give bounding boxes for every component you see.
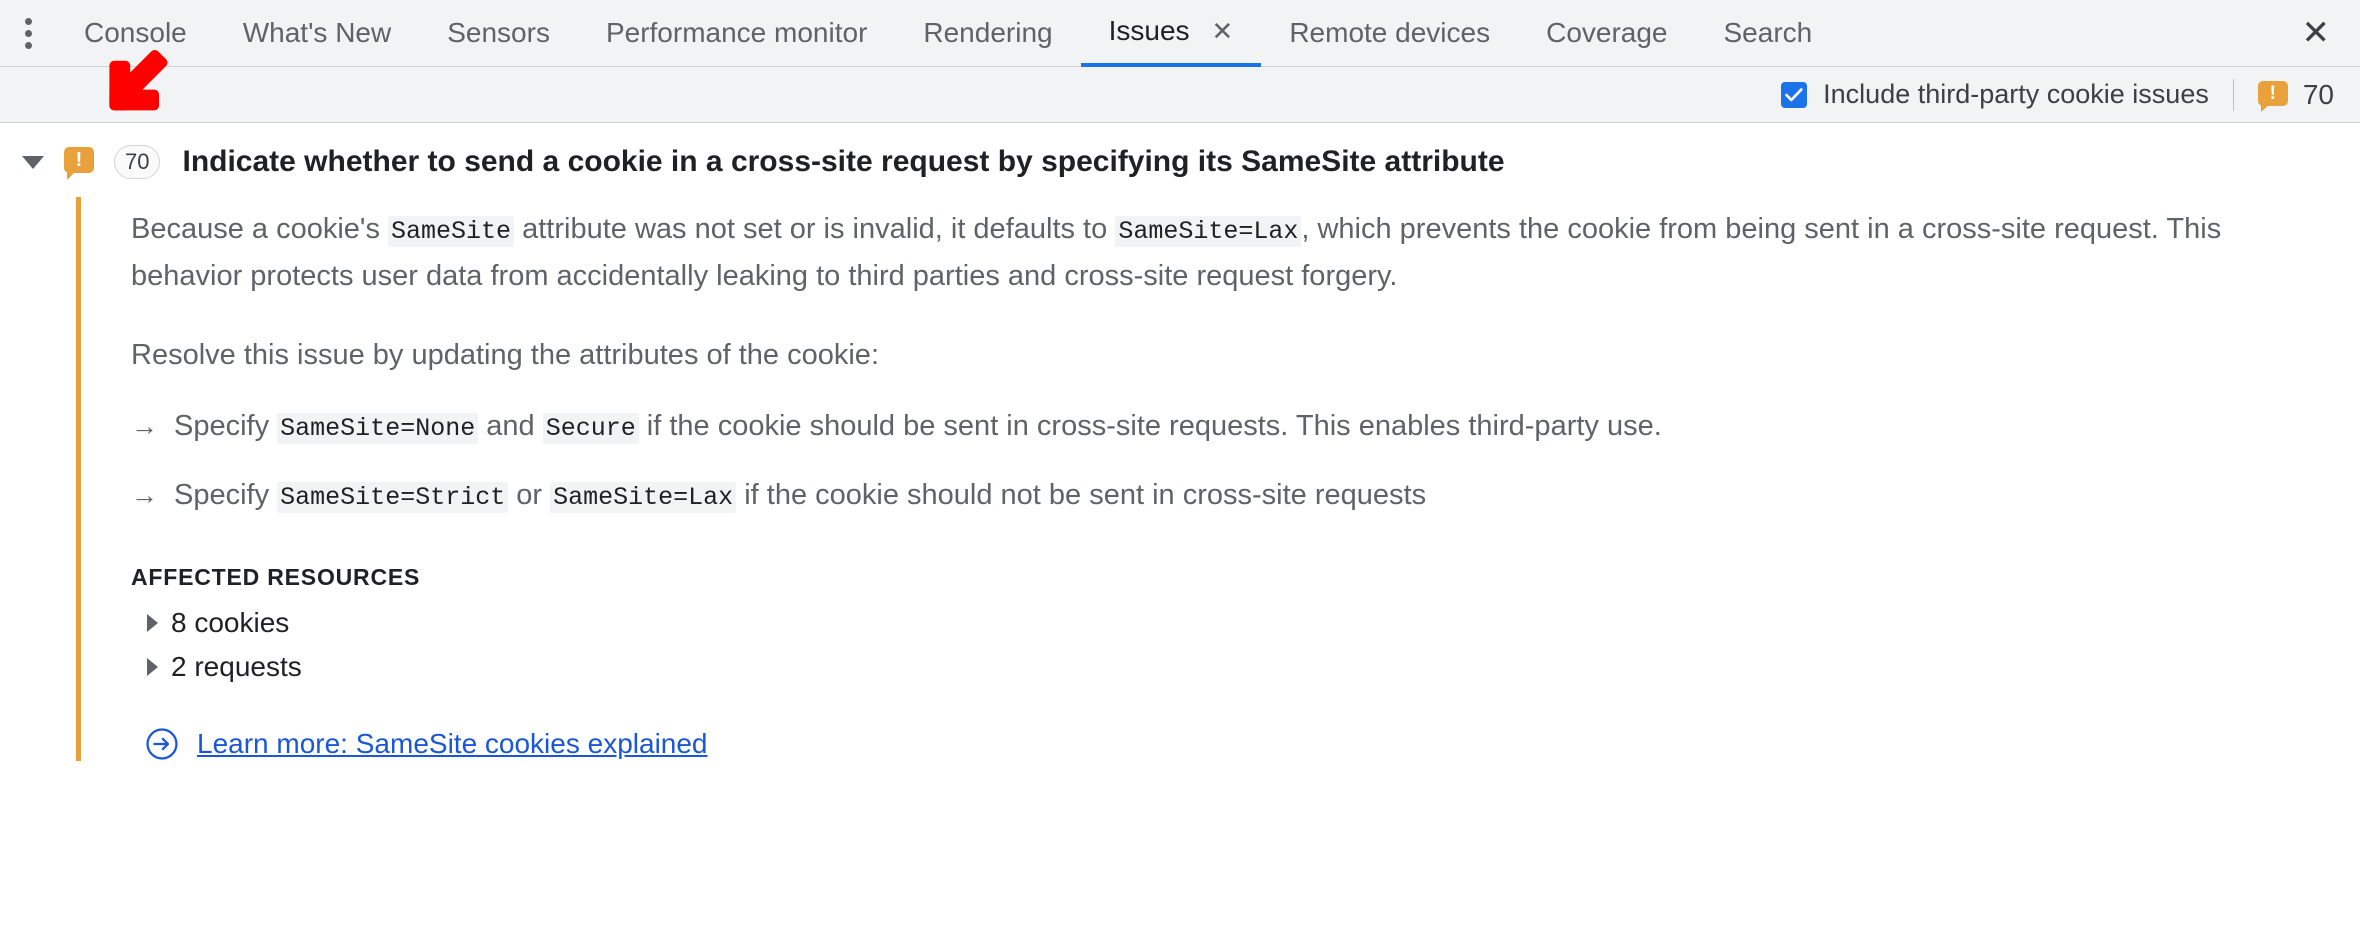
code-samesite-none: SameSite=None — [277, 413, 479, 444]
tab-label: Sensors — [447, 17, 550, 48]
tab-label: Coverage — [1546, 17, 1668, 48]
issue-header-row[interactable]: ! 70 Indicate whether to send a cookie i… — [0, 123, 2360, 197]
bullet-text: Specify SameSite=None and Secure if the … — [174, 404, 1662, 451]
bullet-part-2: or — [508, 479, 551, 511]
code-secure: Secure — [542, 413, 639, 444]
tab-label: What's New — [242, 17, 392, 48]
tab-list: Console What's New Sensors Performance m… — [56, 0, 1840, 67]
arrow-right-glyph: → — [131, 411, 158, 441]
tab-sensors[interactable]: Sensors — [419, 0, 578, 67]
desc-part-1: Because a cookie's — [131, 213, 389, 245]
warning-glyph: ! — [2269, 82, 2277, 104]
learn-more-row[interactable]: Learn more: SameSite cookies explained — [145, 727, 2360, 761]
kebab-dot — [24, 17, 32, 25]
tab-label: Performance monitor — [605, 17, 868, 48]
tab-remote-devices[interactable]: Remote devices — [1261, 0, 1518, 67]
tab-coverage[interactable]: Coverage — [1518, 0, 1695, 67]
close-panel-icon[interactable]: ✕ — [2302, 16, 2331, 50]
affected-resource-requests[interactable]: 2 requests — [147, 651, 2360, 683]
bullet-part-1: Specify — [174, 479, 278, 511]
desc-part-2: attribute was not set or is invalid, it … — [514, 213, 1116, 245]
kebab-dot — [24, 29, 32, 37]
resolution-bullet-2: → Specify SameSite=Strict or SameSite=Lax… — [131, 473, 2360, 520]
triangle-right-icon[interactable] — [147, 658, 158, 676]
resolution-bullet-1: → Specify SameSite=None and Secure if the… — [131, 404, 2360, 451]
warning-count: 70 — [2302, 78, 2334, 110]
code-samesite-lax: SameSite=Lax — [550, 482, 737, 513]
affected-resources-heading: AFFECTED RESOURCES — [131, 564, 421, 590]
warning-count-group: ! 70 — [2257, 78, 2334, 112]
issue-count-badge: 70 — [114, 145, 161, 179]
triangle-right-icon[interactable] — [147, 614, 158, 632]
issue-resolve-paragraph: Resolve this issue by updating the attri… — [131, 339, 879, 371]
arrow-right-glyph: → — [131, 480, 158, 510]
warning-bubble-icon: ! — [64, 147, 94, 180]
code-samesite: SameSite — [388, 216, 515, 247]
checkmark-icon — [1785, 87, 1803, 101]
warning-glyph: ! — [75, 149, 83, 171]
kebab-menu-icon[interactable] — [0, 0, 56, 67]
checkbox-label: Include third-party cookie issues — [1823, 79, 2209, 109]
code-samesite-strict: SameSite=Strict — [277, 482, 509, 513]
affected-resource-cookies[interactable]: 8 cookies — [147, 607, 2360, 639]
tab-rendering[interactable]: Rendering — [895, 0, 1080, 67]
learn-more-link[interactable]: Learn more: SameSite cookies explained — [197, 728, 708, 760]
tab-close-icon[interactable]: ✕ — [1212, 18, 1234, 44]
bullet-part-1: Specify — [174, 410, 278, 442]
tab-label: Remote devices — [1289, 17, 1491, 48]
tab-issues[interactable]: Issues ✕ — [1080, 0, 1262, 67]
issue-title: Indicate whether to send a cookie in a c… — [182, 145, 1505, 178]
arrow-circle-right-icon — [146, 728, 178, 760]
bullet-text: Specify SameSite=Strict or SameSite=Lax … — [174, 473, 1426, 520]
issues-toolbar: Include third-party cookie issues ! 70 — [0, 67, 2360, 123]
include-third-party-cookie-issues-checkbox[interactable]: Include third-party cookie issues — [1781, 79, 2209, 110]
checkbox-box[interactable] — [1781, 81, 1808, 108]
bullet-part-3: if the cookie should not be sent in cros… — [736, 479, 1427, 511]
warning-bubble-icon: ! — [2257, 80, 2288, 112]
toolbar-divider — [2232, 78, 2234, 111]
devtools-tabbar: Console What's New Sensors Performance m… — [0, 0, 2360, 67]
tab-label: Rendering — [923, 17, 1053, 48]
tab-performance-monitor[interactable]: Performance monitor — [578, 0, 895, 67]
resource-label: 8 cookies — [171, 607, 290, 638]
code-samesite-lax: SameSite=Lax — [1115, 216, 1302, 247]
tab-label: Search — [1723, 17, 1813, 48]
tab-label: Console — [84, 17, 187, 48]
bullet-part-3: if the cookie should be sent in cross-si… — [638, 410, 1662, 442]
tab-console[interactable]: Console — [56, 0, 215, 67]
issue-description-paragraph: Because a cookie's SameSite attribute wa… — [131, 207, 2311, 299]
triangle-down-icon[interactable] — [22, 155, 44, 169]
issue-body: Because a cookie's SameSite attribute wa… — [76, 197, 2360, 761]
resource-label: 2 requests — [171, 651, 302, 682]
bullet-part-2: and — [478, 410, 543, 442]
tab-whats-new[interactable]: What's New — [215, 0, 420, 67]
kebab-dot — [24, 41, 32, 49]
tab-search[interactable]: Search — [1696, 0, 1841, 67]
tab-label: Issues — [1108, 15, 1190, 46]
